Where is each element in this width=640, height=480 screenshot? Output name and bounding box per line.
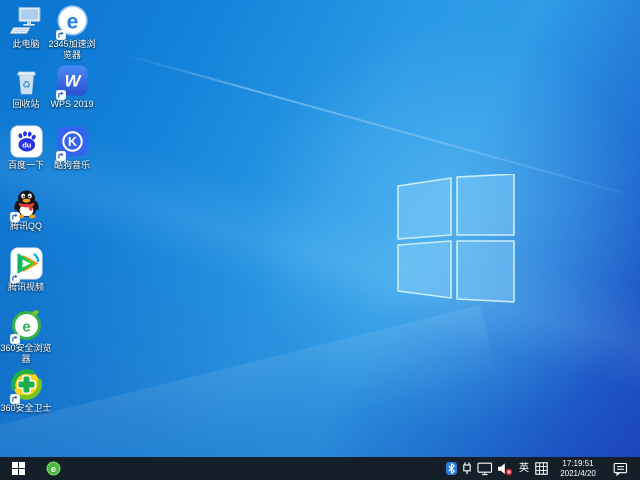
desktop-icon-kugou[interactable]: K 酷狗音乐: [46, 125, 98, 171]
desktop-icon-360-safety[interactable]: 360安全卫士: [0, 368, 52, 414]
wps-2019-icon: W: [55, 64, 89, 100]
this-pc-icon: [9, 4, 43, 37]
action-center-icon: [613, 462, 628, 476]
ime-grid-icon: [535, 462, 548, 475]
action-center-button[interactable]: [613, 457, 628, 480]
360-safe-browser-icon: e: [9, 308, 43, 344]
bluetooth-tray-item[interactable]: [446, 457, 457, 480]
icon-label: WPS 2019: [50, 99, 94, 109]
desktop-wallpaper[interactable]: 此电脑 ♻ 回收站 du 百度一下 腾讯QQ 腾讯视频 e 360安全浏览器 3…: [0, 0, 640, 457]
desktop-icon-360-browser[interactable]: e 360安全浏览器: [0, 308, 52, 365]
baidu-icon: du: [10, 125, 43, 158]
kugou-music-icon: K: [55, 125, 89, 161]
icon-label: 360安全浏览器: [0, 343, 52, 364]
desktop-icon-recycle-bin[interactable]: ♻ 回收站: [0, 64, 52, 110]
network-display-icon: [477, 462, 493, 475]
green-e-circle-icon: e: [46, 461, 60, 476]
tencent-video-icon: [9, 247, 43, 283]
windows-logo-wallpaper: [397, 174, 515, 303]
icon-label: 酷狗音乐: [53, 160, 90, 170]
svg-text:e: e: [50, 464, 55, 474]
icon-label: 腾讯QQ: [9, 221, 42, 231]
desktop-icon-tencent-qq[interactable]: 腾讯QQ: [0, 186, 52, 232]
system-tray: 英 17:19:51 2021/4/20: [446, 457, 640, 480]
ime-mode-tray-item[interactable]: [535, 457, 548, 480]
usb-icon: [463, 462, 471, 475]
360-safety-guard-icon: [9, 368, 43, 404]
shortcut-arrow-icon: [55, 148, 66, 161]
desktop-icon-2345-browser[interactable]: e 2345加速浏览器: [46, 4, 98, 61]
svg-text:e: e: [66, 11, 78, 34]
desktop-icon-baidu[interactable]: du 百度一下: [0, 125, 52, 171]
recycle-bin-icon: ♻: [10, 64, 43, 97]
shortcut-arrow-icon: [9, 331, 20, 344]
svg-text:K: K: [67, 135, 76, 149]
clock-date: 2021/4/20: [560, 468, 596, 478]
shortcut-arrow-icon: [55, 27, 66, 40]
desktop-icon-this-pc[interactable]: 此电脑: [0, 4, 52, 50]
icon-label: 此电脑: [12, 39, 40, 49]
icon-label: 腾讯视频: [7, 282, 44, 292]
svg-text:♻: ♻: [22, 80, 31, 91]
icon-label: 360安全卫士: [0, 403, 52, 413]
usb-device-tray-item[interactable]: [461, 457, 473, 480]
network-tray-item[interactable]: [477, 457, 493, 480]
2345-browser-icon: e: [55, 4, 89, 40]
taskbar: e 英 17:19:51 2021/4/20: [0, 457, 640, 480]
svg-text:e: e: [22, 319, 30, 336]
icon-label: 百度一下: [7, 160, 44, 170]
icon-label: 回收站: [12, 99, 40, 109]
taskbar-pinned-360-browser[interactable]: e: [40, 457, 66, 480]
desktop-icon-wps[interactable]: W WPS 2019: [46, 64, 98, 110]
shortcut-arrow-icon: [9, 270, 20, 283]
windows-logo-icon: [11, 462, 25, 475]
start-button[interactable]: [0, 457, 36, 480]
taskbar-clock[interactable]: 17:19:51 2021/4/20: [552, 459, 604, 478]
qq-penguin-icon: [9, 186, 43, 222]
volume-tray-item[interactable]: [497, 457, 513, 480]
desktop-icon-tencent-video[interactable]: 腾讯视频: [0, 247, 52, 293]
icon-label: 2345加速浏览器: [48, 39, 96, 60]
shortcut-arrow-icon: [9, 209, 20, 222]
svg-text:du: du: [22, 141, 32, 150]
shortcut-arrow-icon: [9, 391, 20, 404]
clock-time: 17:19:51: [562, 459, 594, 468]
shortcut-arrow-icon: [55, 87, 66, 100]
svg-text:W: W: [64, 72, 82, 91]
language-indicator[interactable]: 英: [517, 457, 531, 480]
volume-muted-icon: [498, 462, 513, 475]
bluetooth-icon: [446, 462, 457, 475]
